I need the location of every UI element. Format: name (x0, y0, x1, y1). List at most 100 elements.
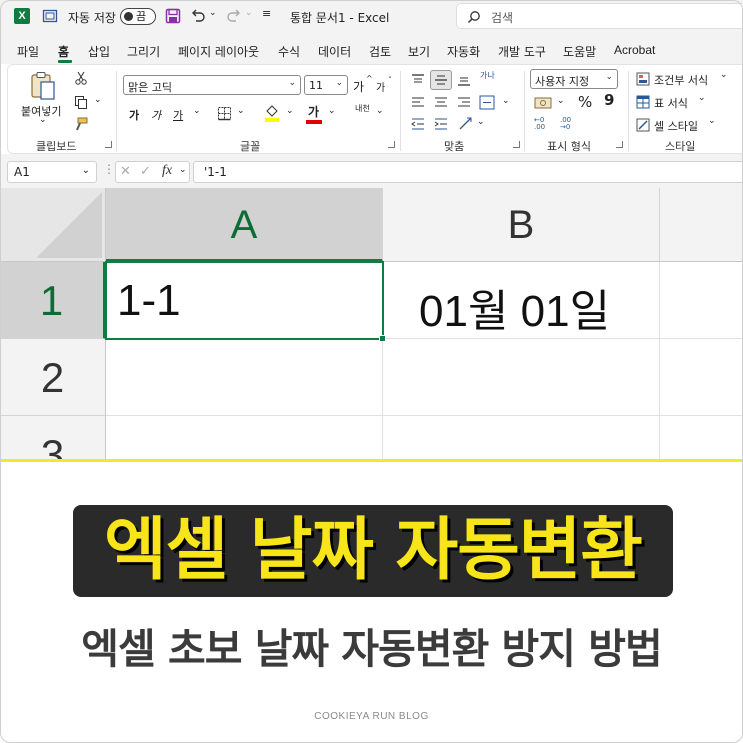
orientation-icon[interactable] (458, 116, 474, 131)
align-left-icon[interactable] (411, 96, 425, 110)
save-icon[interactable] (165, 8, 181, 24)
tab-page-layout[interactable]: 페이지 레이아웃 (178, 43, 259, 60)
cut-icon[interactable] (74, 71, 88, 85)
conditional-format-button[interactable]: 조건부 서식 (654, 72, 708, 88)
borders-icon[interactable] (217, 106, 232, 121)
copy-dropdown-icon[interactable]: ⌄ (94, 95, 102, 105)
shrink-font-button[interactable]: 가 (376, 79, 385, 94)
column-header-c[interactable] (660, 188, 743, 262)
number-format-select[interactable]: 사용자 지정 ⌄ (530, 69, 618, 89)
cancel-entry-icon[interactable]: ✕ (120, 164, 131, 179)
percent-button[interactable]: % (578, 93, 592, 111)
cell-a2[interactable] (106, 339, 383, 416)
cell-b2[interactable] (383, 339, 660, 416)
clipboard-launcher-icon[interactable] (105, 141, 112, 148)
undo-dropdown-icon[interactable]: ⌄ (209, 8, 217, 18)
fill-color-icon[interactable] (264, 103, 280, 123)
cell-b3[interactable] (383, 416, 660, 460)
align-middle-icon[interactable] (434, 73, 448, 87)
alignment-launcher-icon[interactable] (513, 141, 520, 148)
merge-dropdown-icon[interactable]: ⌄ (502, 96, 510, 106)
decrease-indent-icon[interactable] (411, 117, 425, 131)
merge-center-icon[interactable] (479, 95, 495, 110)
search-box[interactable]: 검색 (456, 3, 743, 29)
number-launcher-icon[interactable] (616, 141, 623, 148)
autosave-toggle[interactable]: 끔 (120, 8, 156, 25)
table-format-dropdown-icon[interactable]: ⌄ (698, 93, 706, 103)
cell-c2[interactable] (660, 339, 743, 416)
wrap-text-button[interactable]: 가나 (480, 70, 495, 81)
redo-dropdown-icon[interactable]: ⌄ (245, 8, 253, 18)
phonetic-dropdown-icon[interactable]: ⌄ (376, 106, 384, 116)
tab-developer[interactable]: 개발 도구 (498, 43, 546, 60)
tab-formulas[interactable]: 수식 (278, 43, 300, 60)
italic-button[interactable]: 가 (151, 107, 161, 123)
format-as-table-button[interactable]: 표 서식 (654, 95, 688, 111)
borders-dropdown-icon[interactable]: ⌄ (237, 106, 245, 116)
font-color-button[interactable]: 가 (308, 103, 319, 120)
phonetic-button[interactable]: 내천 (355, 103, 370, 114)
tab-help[interactable]: 도움말 (563, 43, 596, 60)
tab-automate[interactable]: 자동화 (447, 43, 480, 60)
row-header-1[interactable]: 1 (0, 262, 106, 339)
cell-styles-dropdown-icon[interactable]: ⌄ (708, 116, 716, 126)
cell-c1[interactable] (660, 262, 743, 339)
layout-icon[interactable] (42, 8, 58, 24)
tab-view[interactable]: 보기 (408, 43, 430, 60)
cell-a1[interactable]: 1-1 (105, 261, 386, 342)
underline-dropdown-icon[interactable]: ⌄ (193, 106, 201, 116)
tab-file[interactable]: 파일 (17, 43, 39, 60)
column-header-a[interactable]: A (106, 188, 383, 262)
increase-indent-icon[interactable] (434, 117, 448, 131)
tab-insert[interactable]: 삽입 (88, 43, 110, 60)
font-size-select[interactable]: 11 ⌄ (304, 75, 348, 95)
row-header-2[interactable]: 2 (0, 339, 106, 416)
tab-acrobat[interactable]: Acrobat (614, 43, 655, 57)
undo-icon[interactable] (190, 8, 206, 24)
font-color-dropdown-icon[interactable]: ⌄ (328, 106, 336, 116)
tab-draw[interactable]: 그리기 (127, 43, 160, 60)
fill-handle[interactable] (379, 335, 386, 342)
tab-home[interactable]: 홈 (58, 43, 69, 60)
confirm-entry-icon[interactable]: ✓ (140, 164, 151, 179)
increase-decimal-button[interactable]: ←0.00 (534, 117, 545, 131)
font-launcher-icon[interactable] (388, 141, 395, 148)
align-center-icon[interactable] (434, 96, 448, 110)
format-painter-icon[interactable] (74, 117, 88, 131)
cell-c3[interactable] (660, 416, 743, 460)
decrease-decimal-button[interactable]: .00 →0 (560, 117, 571, 131)
tab-review[interactable]: 검토 (369, 43, 391, 60)
orientation-dropdown-icon[interactable]: ⌄ (477, 117, 485, 127)
redo-icon[interactable] (226, 8, 242, 24)
copy-icon[interactable] (74, 95, 88, 109)
cell-styles-icon[interactable] (636, 118, 650, 132)
align-bottom-icon[interactable] (457, 73, 471, 87)
insert-function-button[interactable]: fx (162, 163, 172, 179)
column-header-b[interactable]: B (383, 188, 660, 262)
name-box[interactable]: A1 ⌄ (7, 161, 97, 183)
fx-dropdown-icon[interactable]: ⌄ (179, 165, 187, 175)
fill-color-dropdown-icon[interactable]: ⌄ (286, 106, 294, 116)
comma-style-button[interactable]: 9 (604, 91, 614, 109)
formula-bar-grip-icon[interactable]: ⋮ (103, 162, 115, 176)
align-top-icon[interactable] (411, 73, 425, 87)
cell-b1[interactable]: 01월 01일 (383, 262, 660, 339)
accounting-format-icon[interactable] (534, 96, 552, 110)
paste-dropdown-icon[interactable]: ⌄ (39, 115, 47, 125)
tab-data[interactable]: 데이터 (318, 43, 351, 60)
grow-font-button[interactable]: 가 (353, 78, 364, 95)
select-all-button[interactable] (0, 188, 106, 262)
align-right-icon[interactable] (457, 96, 471, 110)
conditional-dropdown-icon[interactable]: ⌄ (720, 70, 728, 80)
row-header-3[interactable]: 3 (0, 416, 106, 460)
formula-input[interactable]: '1-1 (193, 161, 743, 183)
underline-button[interactable]: 가 (173, 107, 183, 123)
font-name-select[interactable]: 맑은 고딕 ⌄ (123, 75, 301, 95)
cell-a3[interactable] (106, 416, 383, 460)
format-as-table-icon[interactable] (636, 95, 650, 109)
customize-toolbar-icon[interactable]: ≡ (262, 7, 271, 20)
paste-icon[interactable] (30, 71, 56, 101)
bold-button[interactable]: 가 (129, 107, 139, 123)
accounting-dropdown-icon[interactable]: ⌄ (557, 96, 565, 106)
cell-styles-button[interactable]: 셀 스타일 (654, 118, 698, 134)
